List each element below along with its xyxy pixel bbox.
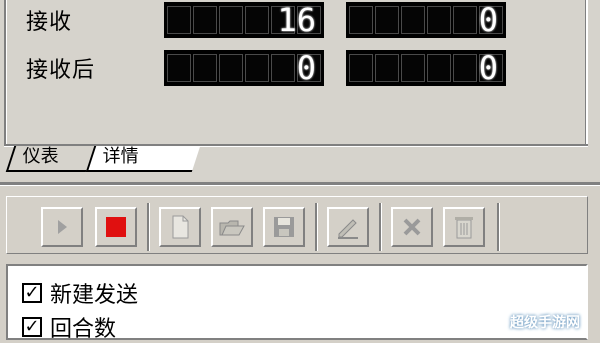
new-document-icon [172,215,189,239]
counter-display: 0 [164,50,324,86]
new-button[interactable] [159,207,201,247]
trash-icon [455,217,473,239]
tab-details[interactable]: 详情 [85,146,201,172]
toolbar-separator [379,203,381,251]
counter-display: 0 [346,2,506,38]
counter-display: 0 [346,50,506,86]
open-button[interactable] [211,207,253,247]
stop-button[interactable] [95,207,137,247]
play-button[interactable] [41,207,83,247]
tab-details-label: 详情 [102,146,139,167]
edit-button[interactable] [327,207,369,247]
save-button[interactable] [263,207,305,247]
option-row[interactable]: ✓ 回合数 [22,312,116,342]
play-icon [58,220,67,234]
toolbar [6,196,588,254]
option-row[interactable]: ✓ 新建发送 [22,278,138,308]
checkbox-new-send[interactable]: ✓ [22,283,42,303]
option-label: 回合数 [50,317,117,342]
option-label: 新建发送 [50,283,139,308]
panel-border [4,0,6,146]
toolbar-separator [315,203,317,251]
tab-gauges-label: 仪表 [22,146,59,167]
checkbox-rounds[interactable]: ✓ [22,317,42,337]
counter-value: 16 [277,1,316,39]
open-folder-icon [219,220,245,236]
options-list: ✓ 新建发送 ✓ 回合数 超级手游网 [6,264,588,342]
row-label-receive: 接收 [26,10,73,35]
edit-pencil-icon [338,219,358,239]
monitor-panel: 接收 16 0 接收后 0 0 仪表 详情 [0,0,600,180]
counter-display: 16 [164,2,324,38]
delete-button[interactable] [391,207,433,247]
counter-value: 0 [478,1,498,39]
tab-strip: 仪表 详情 [4,146,588,172]
delete-x-icon [403,218,421,236]
section-divider [0,182,600,185]
row-label-after-receive: 接收后 [26,58,96,83]
counter-value: 0 [478,49,498,87]
save-icon [274,217,294,237]
toolbar-separator [497,203,499,251]
site-watermark: 超级手游网 [510,315,580,331]
toolbar-separator [147,203,149,251]
panel-border [586,0,588,146]
stop-icon [106,217,126,237]
counter-value: 0 [296,49,316,87]
trash-button[interactable] [443,207,485,247]
